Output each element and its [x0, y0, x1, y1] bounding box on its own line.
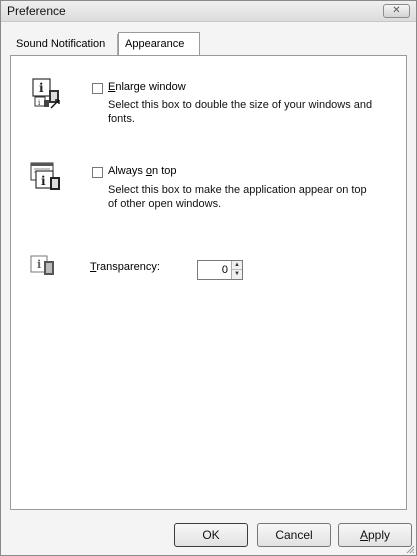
always-on-top-description: Select this box to make the application …	[108, 184, 367, 210]
arrow-up-icon: ▲	[234, 262, 240, 268]
spin-down-button[interactable]: ▼	[231, 270, 242, 279]
tab-sound-notification[interactable]: Sound Notification	[10, 34, 118, 55]
resize-grip-icon[interactable]	[405, 544, 415, 554]
appearance-panel: i i Enlarge window Select this box to do…	[10, 55, 407, 510]
close-icon: ✕	[392, 5, 401, 16]
svg-text:i: i	[41, 174, 46, 188]
transparency-spinner[interactable]: 0 ▲ ▼	[197, 260, 243, 280]
svg-text:i: i	[37, 258, 41, 271]
transparency-icon: i	[30, 255, 54, 275]
apply-button[interactable]: Apply	[338, 523, 412, 547]
ok-button[interactable]: OK	[174, 523, 248, 547]
always-on-top-checkbox[interactable]	[92, 167, 103, 178]
tab-label: Appearance	[125, 38, 185, 50]
tab-appearance[interactable]: Appearance	[118, 32, 200, 56]
arrow-down-icon: ▼	[234, 271, 240, 277]
transparency-label: Transparency:	[90, 261, 160, 273]
spin-up-button[interactable]: ▲	[231, 261, 242, 270]
tab-label: Sound Notification	[16, 38, 106, 50]
enlarge-window-icon: i i	[32, 78, 60, 109]
always-on-top-label[interactable]: Always on top	[108, 165, 177, 177]
close-button[interactable]: ✕	[383, 4, 410, 18]
title-bar: Preference ✕	[1, 1, 416, 22]
preference-dialog: Preference ✕ Sound Notification Appearan…	[0, 0, 417, 556]
transparency-value[interactable]: 0	[222, 264, 228, 276]
enlarge-window-checkbox[interactable]	[92, 83, 103, 94]
window-title: Preference	[7, 4, 66, 18]
cancel-button[interactable]: Cancel	[257, 523, 331, 547]
enlarge-window-label[interactable]: Enlarge window	[108, 81, 186, 93]
always-on-top-icon: i	[30, 162, 60, 190]
svg-text:i: i	[39, 81, 44, 95]
enlarge-window-description: Select this box to double the size of yo…	[108, 99, 373, 125]
